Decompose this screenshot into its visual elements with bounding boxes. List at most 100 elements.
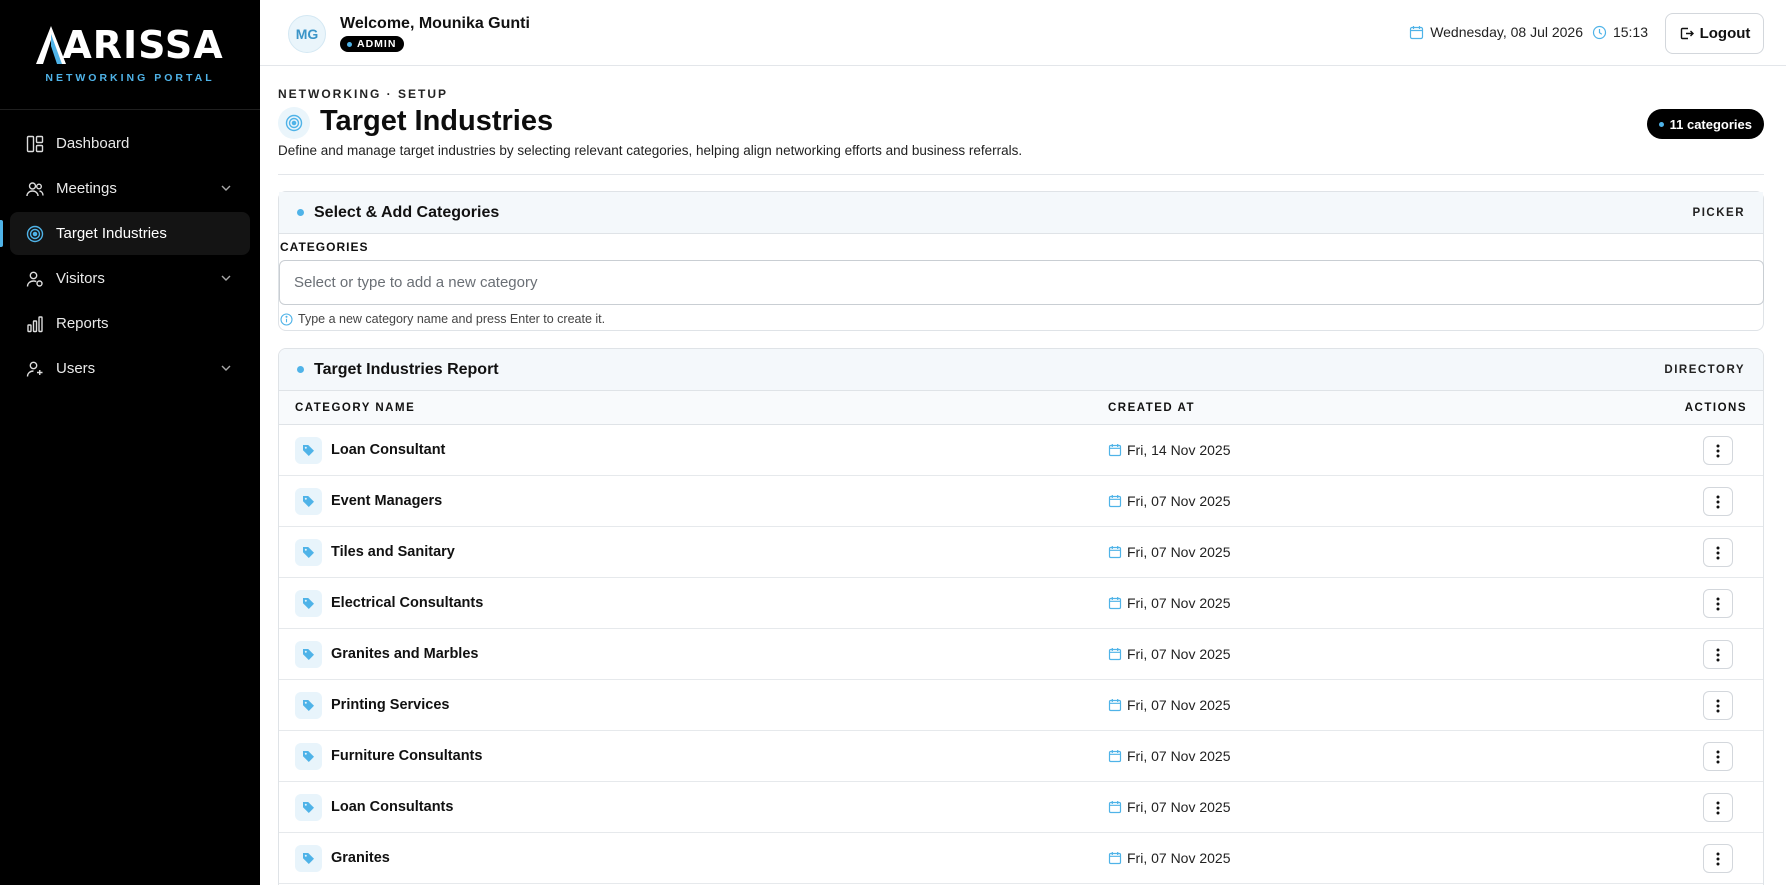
created-at: Fri, 07 Nov 2025: [1108, 850, 1231, 866]
logout-icon: [1680, 27, 1694, 40]
created-at: Fri, 07 Nov 2025: [1108, 595, 1231, 611]
categories-label: CATEGORIES: [280, 240, 369, 254]
more-vertical-icon: [1716, 648, 1720, 662]
created-at: Fri, 07 Nov 2025: [1108, 799, 1231, 815]
status-dot: [347, 41, 352, 47]
table-row[interactable]: Tiles and Sanitary Fri, 07 Nov 2025: [279, 527, 1763, 578]
tag-icon: [295, 794, 322, 821]
calendar-icon: [1108, 851, 1127, 865]
user-icon: [26, 360, 44, 378]
hint-text: Type a new category name and press Enter…: [298, 312, 606, 326]
created-at: Fri, 07 Nov 2025: [1108, 493, 1231, 509]
category-name: Loan Consultants: [331, 799, 454, 815]
people-icon: [26, 180, 44, 198]
category-input[interactable]: [279, 260, 1764, 305]
table-row[interactable]: Loan Consultants Fri, 07 Nov 2025: [279, 782, 1763, 833]
calendar-icon: [1410, 25, 1424, 39]
category-name: Loan Consultant: [331, 442, 446, 458]
divider: [278, 174, 1764, 175]
tag-icon: [295, 437, 322, 464]
welcome-text: Welcome, Mounika Gunti: [340, 15, 530, 32]
calendar-icon: [1108, 494, 1127, 508]
sidebar-item-visitors[interactable]: Visitors: [10, 257, 250, 300]
sidebar-item-label: Visitors: [56, 270, 105, 287]
table-row[interactable]: Granites Fri, 07 Nov 2025: [279, 833, 1763, 884]
row-actions-button[interactable]: [1703, 487, 1733, 516]
report-card-tag: DIRECTORY: [1664, 363, 1745, 376]
brand-name-text: ARISSA: [62, 22, 224, 67]
table-row[interactable]: Granites and Marbles Fri, 07 Nov 2025: [279, 629, 1763, 680]
tag-icon: [295, 488, 322, 515]
industries-report-card: Target Industries Report DIRECTORY CATEG…: [278, 348, 1764, 885]
category-count-text: 11 categories: [1669, 116, 1752, 132]
category-name: Tiles and Sanitary: [331, 544, 455, 560]
created-at-text: Fri, 07 Nov 2025: [1127, 544, 1231, 560]
role-label: ADMIN: [357, 38, 397, 50]
table-row[interactable]: Furniture Consultants Fri, 07 Nov 2025: [279, 731, 1763, 782]
row-actions-button[interactable]: [1703, 691, 1733, 720]
created-at: Fri, 07 Nov 2025: [1108, 748, 1231, 764]
sidebar-item-label: Dashboard: [56, 135, 130, 152]
chevron-down-icon[interactable]: [220, 181, 232, 198]
target-icon: [278, 107, 310, 139]
row-actions-button[interactable]: [1703, 589, 1733, 618]
sidebar-item-target-industries[interactable]: Target Industries: [0, 212, 250, 255]
report-card-header: Target Industries Report DIRECTORY: [279, 349, 1763, 391]
table-row[interactable]: Event Managers Fri, 07 Nov 2025: [279, 476, 1763, 527]
table-row[interactable]: Loan Consultant Fri, 14 Nov 2025: [279, 425, 1763, 476]
tag-icon: [295, 539, 322, 566]
sidebar-item-reports[interactable]: Reports: [10, 302, 250, 345]
category-name: Printing Services: [331, 697, 450, 713]
target-icon: [26, 225, 44, 243]
report-card-title: Target Industries Report: [314, 360, 499, 378]
created-at-text: Fri, 07 Nov 2025: [1127, 646, 1231, 662]
created-at: Fri, 07 Nov 2025: [1108, 646, 1231, 662]
tag-icon: [295, 845, 322, 872]
row-actions-button[interactable]: [1703, 538, 1733, 567]
created-at: Fri, 07 Nov 2025: [1108, 544, 1231, 560]
sidebar-item-dashboard[interactable]: Dashboard: [10, 122, 250, 165]
row-actions-button[interactable]: [1703, 640, 1733, 669]
row-actions-button[interactable]: [1703, 793, 1733, 822]
sidebar-item-label: Reports: [56, 315, 109, 332]
category-name: Electrical Consultants: [331, 595, 484, 611]
column-header-created-at[interactable]: CREATED AT: [1108, 402, 1195, 414]
calendar-icon: [1108, 545, 1127, 559]
calendar-icon: [1108, 647, 1127, 661]
category-hint: Type a new category name and press Enter…: [280, 312, 605, 326]
chevron-down-icon[interactable]: [220, 271, 232, 288]
brand-logo[interactable]: ARISSA NETWORKING PORTAL: [0, 0, 260, 110]
category-name: Event Managers: [331, 493, 443, 509]
tag-icon: [295, 590, 322, 617]
more-vertical-icon: [1716, 801, 1720, 815]
avatar[interactable]: MG: [288, 15, 326, 53]
sidebar-item-users[interactable]: Users: [10, 347, 250, 390]
table-row[interactable]: Printing Services Fri, 07 Nov 2025: [279, 680, 1763, 731]
section-dot: [297, 209, 304, 216]
logout-button[interactable]: Logout: [1665, 13, 1764, 54]
brand-subtitle: NETWORKING PORTAL: [45, 71, 215, 84]
category-name: Granites and Marbles: [331, 646, 479, 662]
created-at-text: Fri, 07 Nov 2025: [1127, 697, 1231, 713]
calendar-icon: [1108, 800, 1127, 814]
more-vertical-icon: [1716, 495, 1720, 509]
table-body: Loan Consultant Fri, 14 Nov 2025 Event Man…: [279, 425, 1763, 884]
row-actions-button[interactable]: [1703, 844, 1733, 873]
tag-icon: [295, 641, 322, 668]
more-vertical-icon: [1716, 699, 1720, 713]
sidebar-item-label: Meetings: [56, 180, 117, 197]
column-header-category-name[interactable]: CATEGORY NAME: [295, 402, 415, 414]
row-actions-button[interactable]: [1703, 742, 1733, 771]
calendar-icon: [1108, 443, 1127, 457]
more-vertical-icon: [1716, 750, 1720, 764]
picker-card-tag: PICKER: [1692, 206, 1745, 219]
table-row[interactable]: Electrical Consultants Fri, 07 Nov 2025: [279, 578, 1763, 629]
created-at-text: Fri, 07 Nov 2025: [1127, 493, 1231, 509]
more-vertical-icon: [1716, 444, 1720, 458]
tag-icon: [295, 692, 322, 719]
row-actions-button[interactable]: [1703, 436, 1733, 465]
chevron-down-icon[interactable]: [220, 361, 232, 378]
sidebar-item-meetings[interactable]: Meetings: [10, 167, 250, 210]
picker-card-header: Select & Add Categories PICKER: [279, 192, 1763, 234]
time-text: 15:13: [1612, 24, 1648, 40]
